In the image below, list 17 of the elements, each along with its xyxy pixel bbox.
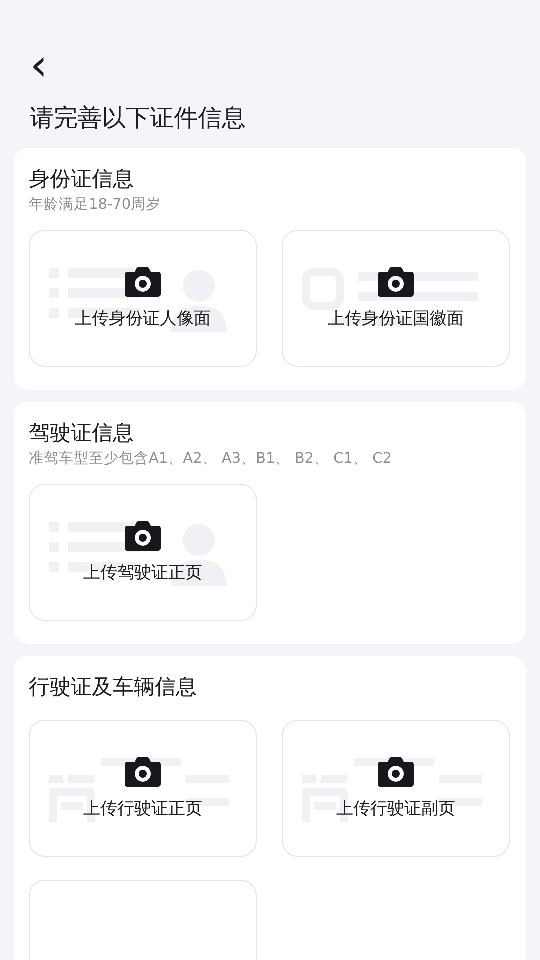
- section-title: 身份证信息: [29, 166, 134, 193]
- back-button[interactable]: ‹: [26, 44, 52, 88]
- section-subtitle: 年龄满足18-70周岁: [29, 196, 162, 215]
- section-subtitle: 准驾车型至少包含A1、A2、 A3、B1、 B2、 C1、 C2: [29, 450, 393, 469]
- upload-tile[interactable]: 上传行驶证副页: [282, 720, 510, 857]
- upload-tile[interactable]: 上传身份证国徽面: [282, 230, 510, 367]
- camera-icon: [378, 267, 414, 297]
- camera-icon: [125, 757, 161, 787]
- section-title: 行驶证及车辆信息: [29, 674, 197, 701]
- upload-tile[interactable]: 上传行驶证正页: [29, 720, 257, 857]
- camera-icon: [125, 521, 161, 551]
- camera-icon: [378, 757, 414, 787]
- upload-tile[interactable]: 上传身份证人像面: [29, 230, 257, 367]
- page-title: 请完善以下证件信息: [30, 103, 246, 134]
- camera-icon: [125, 267, 161, 297]
- upload-tile[interactable]: 上传驾驶证正页: [29, 484, 257, 621]
- section-title: 驾驶证信息: [29, 420, 134, 447]
